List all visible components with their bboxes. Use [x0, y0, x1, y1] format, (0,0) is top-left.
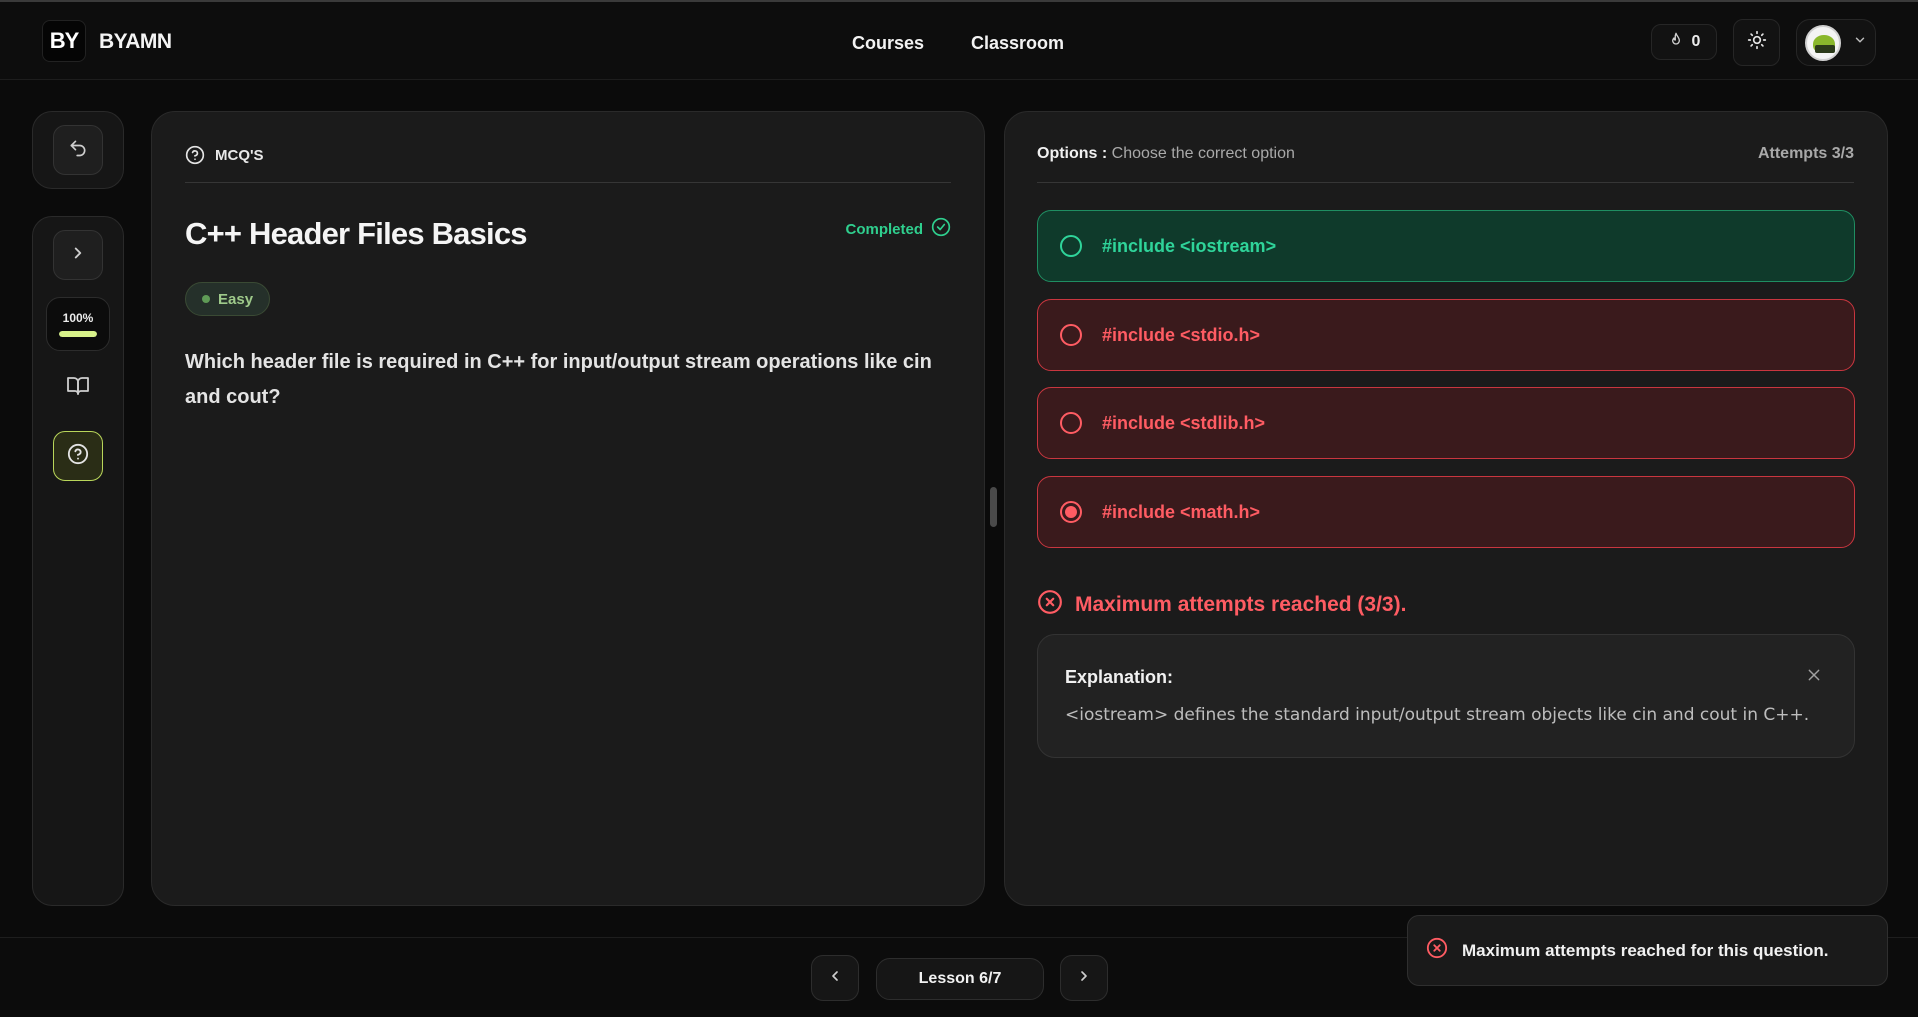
option-label: #include <stdio.h>	[1102, 324, 1261, 345]
book-open-icon	[65, 374, 91, 403]
toast-notification: Maximum attempts reached for this questi…	[1407, 915, 1888, 986]
question-panel-header: MCQ'S	[185, 145, 951, 183]
chevron-right-icon	[69, 244, 87, 267]
options-label: Options :	[1037, 145, 1108, 162]
rail-top	[32, 111, 124, 189]
radio-selected-icon	[1060, 501, 1082, 523]
nav-courses[interactable]: Courses	[852, 33, 924, 54]
close-icon	[1806, 667, 1822, 688]
question-text: Which header file is required in C++ for…	[185, 351, 932, 408]
question-circle-icon	[185, 145, 205, 169]
question-title: C++ Header Files Basics	[185, 216, 528, 251]
profile-menu-button[interactable]	[1796, 19, 1876, 66]
previous-lesson-button[interactable]	[811, 955, 859, 1001]
options-header: Options : Choose the correct option Atte…	[1037, 145, 1854, 183]
top-bar: BY BYAMN Courses Classroom 0	[0, 0, 1918, 80]
explanation-title: Explanation:	[1065, 667, 1174, 687]
expand-sidebar-button[interactable]	[53, 230, 103, 280]
question-panel: MCQ'S C++ Header Files Basics Completed …	[151, 111, 985, 906]
section-label: MCQ'S	[215, 147, 264, 164]
theme-toggle-button[interactable]	[1733, 19, 1780, 66]
difficulty-badge: Easy	[185, 282, 271, 316]
status-label: Completed	[845, 220, 923, 238]
max-attempts-alert: Maximum attempts reached (3/3).	[1037, 589, 1406, 621]
max-attempts-text: Maximum attempts reached (3/3).	[1075, 593, 1407, 616]
option-label: #include <iostream>	[1102, 235, 1277, 256]
options-instruction: Choose the correct option	[1111, 145, 1295, 162]
question-circle-icon	[67, 443, 89, 470]
lesson-indicator[interactable]: Lesson 6/7	[876, 958, 1044, 1000]
explanation-card: Explanation: <iostream> defines the stan…	[1037, 634, 1855, 758]
attempts-counter: Attempts 3/3	[1757, 145, 1854, 162]
check-circle-icon	[931, 217, 951, 241]
logo[interactable]: BY	[42, 20, 86, 62]
progress-bar-fill	[59, 331, 97, 337]
radio-icon	[1060, 324, 1082, 346]
chevron-down-icon	[1853, 33, 1867, 52]
back-button[interactable]	[53, 125, 103, 175]
chevron-right-icon	[1076, 968, 1092, 989]
completed-status: Completed	[845, 217, 951, 241]
streak-counter[interactable]: 0	[1651, 24, 1717, 60]
explanation-text: <iostream> defines the standard input/ou…	[1065, 705, 1810, 725]
streak-count: 0	[1691, 33, 1701, 50]
difficulty-dot	[202, 295, 210, 303]
progress-bar	[59, 331, 97, 337]
options-panel: Options : Choose the correct option Atte…	[1004, 111, 1888, 906]
toast-message: Maximum attempts reached for this questi…	[1462, 940, 1829, 960]
flame-icon	[1668, 32, 1684, 53]
progress-label: 100%	[62, 311, 94, 325]
option-3[interactable]: #include <stdlib.h>	[1037, 387, 1855, 459]
close-explanation-button[interactable]	[1804, 667, 1824, 687]
option-label: #include <math.h>	[1102, 501, 1261, 522]
sun-icon	[1747, 30, 1767, 55]
chevron-left-icon	[827, 968, 843, 989]
undo-arrow-icon	[68, 138, 88, 163]
radio-icon	[1060, 412, 1082, 434]
brand-name[interactable]: BYAMN	[99, 30, 172, 54]
course-progress: 100%	[46, 297, 110, 351]
resize-handle[interactable]	[990, 487, 997, 527]
avatar	[1805, 24, 1841, 61]
option-4[interactable]: #include <math.h>	[1037, 476, 1855, 548]
radio-icon	[1060, 235, 1082, 257]
option-label: #include <stdlib.h>	[1102, 412, 1266, 433]
lesson-content-button[interactable]	[60, 373, 96, 403]
quiz-button[interactable]	[53, 431, 103, 481]
nav-classroom[interactable]: Classroom	[971, 33, 1064, 54]
difficulty-label: Easy	[218, 290, 254, 308]
x-circle-icon	[1037, 589, 1063, 621]
option-1[interactable]: #include <iostream>	[1037, 210, 1855, 282]
option-2[interactable]: #include <stdio.h>	[1037, 299, 1855, 371]
x-circle-icon	[1426, 937, 1448, 964]
next-lesson-button[interactable]	[1060, 955, 1108, 1001]
